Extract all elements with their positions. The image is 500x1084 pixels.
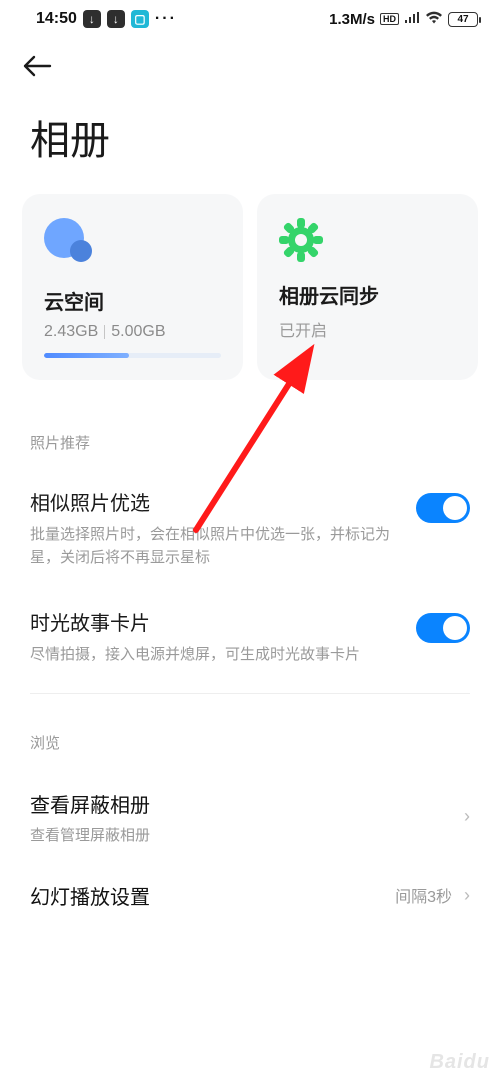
row-hidden-albums[interactable]: 查看屏蔽相册 查看管理屏蔽相册 › xyxy=(0,771,500,863)
page-title: 相册 xyxy=(0,90,500,194)
battery-icon: 47 xyxy=(448,12,478,27)
cloud-space-title: 云空间 xyxy=(44,286,221,315)
clock: 14:50 xyxy=(36,10,77,28)
cloud-icon xyxy=(44,218,221,268)
storage-total: 5.00GB xyxy=(111,323,165,341)
divider xyxy=(30,693,470,694)
setting-title: 相似照片优选 xyxy=(30,487,398,516)
divider xyxy=(104,325,105,339)
gear-icon xyxy=(279,218,323,262)
row-desc: 查看管理屏蔽相册 xyxy=(30,824,452,845)
hd-icon: HD xyxy=(380,13,399,25)
setting-title: 时光故事卡片 xyxy=(30,607,398,636)
cloud-sync-card[interactable]: 相册云同步 已开启 xyxy=(257,194,478,380)
section-label-browse: 浏览 xyxy=(0,698,500,771)
row-title: 幻灯播放设置 xyxy=(30,881,383,910)
toggle-similar-photos[interactable] xyxy=(416,493,470,523)
summary-cards: 云空间 2.43GB 5.00GB xyxy=(0,194,500,380)
chevron-right-icon: › xyxy=(464,885,470,906)
chevron-right-icon: › xyxy=(464,806,470,827)
status-left: 14:50 ↓ ↓ ▢ ··· xyxy=(36,10,177,28)
back-button[interactable] xyxy=(22,52,52,83)
navbar xyxy=(0,34,500,90)
storage-used: 2.43GB xyxy=(44,323,98,341)
cloud-space-card[interactable]: 云空间 2.43GB 5.00GB xyxy=(22,194,243,380)
cloud-sync-title: 相册云同步 xyxy=(279,280,456,309)
setting-desc: 尽情拍摄，接入电源并熄屏，可生成时光故事卡片 xyxy=(30,644,398,667)
signal-icon xyxy=(404,11,420,28)
setting-desc: 批量选择照片时，会在相似照片中优选一张，并标记为星，关闭后将不再显示星标 xyxy=(30,524,398,569)
section-label-recommend: 照片推荐 xyxy=(0,380,500,471)
row-slideshow-settings[interactable]: 幻灯播放设置 间隔3秒 › xyxy=(0,863,500,928)
row-value: 间隔3秒 xyxy=(395,883,452,907)
more-icon: ··· xyxy=(155,10,177,28)
download-icon: ↓ xyxy=(107,10,125,28)
download-icon: ↓ xyxy=(83,10,101,28)
setting-story-card[interactable]: 时光故事卡片 尽情拍摄，接入电源并熄屏，可生成时光故事卡片 xyxy=(0,591,500,689)
storage-progress xyxy=(44,353,221,358)
cloud-sync-status: 已开启 xyxy=(279,317,456,341)
cloud-space-usage: 2.43GB 5.00GB xyxy=(44,323,221,341)
toggle-story-card[interactable] xyxy=(416,613,470,643)
app-icon: ▢ xyxy=(131,10,149,28)
status-bar: 14:50 ↓ ↓ ▢ ··· 1.3M/s HD 47 xyxy=(0,0,500,34)
watermark: Baidu xyxy=(429,1051,490,1074)
wifi-icon xyxy=(425,11,443,28)
status-right: 1.3M/s HD 47 xyxy=(329,11,478,28)
row-title: 查看屏蔽相册 xyxy=(30,789,452,818)
network-rate: 1.3M/s xyxy=(329,11,375,28)
setting-similar-photos[interactable]: 相似照片优选 批量选择照片时，会在相似照片中优选一张，并标记为星，关闭后将不再显… xyxy=(0,471,500,591)
